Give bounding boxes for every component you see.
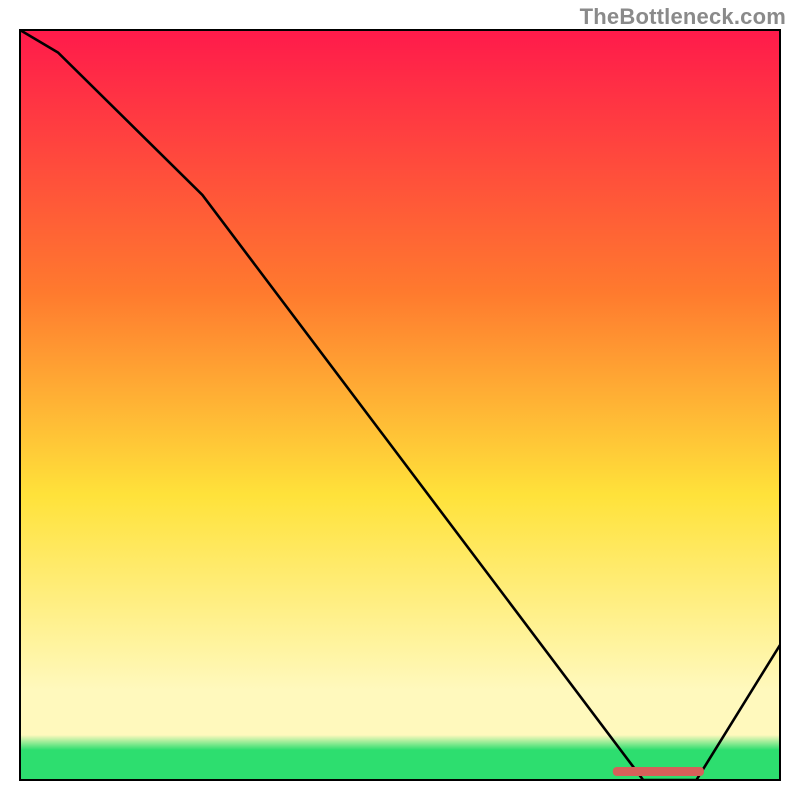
optimal-range-marker — [613, 767, 704, 776]
chart-container: TheBottleneck.com — [0, 0, 800, 800]
bottleneck-chart — [0, 0, 800, 800]
gradient-background — [20, 30, 780, 780]
